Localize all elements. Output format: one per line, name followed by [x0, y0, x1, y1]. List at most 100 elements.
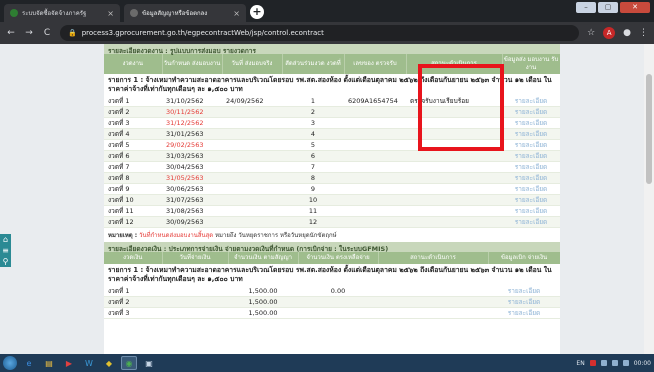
details-link[interactable]: รายละเอียด [502, 106, 560, 119]
details-link[interactable]: รายละเอียด [502, 172, 560, 185]
column-header: สัดส่วนร่วมงวด งวดที่ [282, 54, 345, 74]
details-link[interactable]: รายละเอียด [502, 128, 560, 141]
column-header: งวดงาน [104, 54, 163, 74]
start-button-icon[interactable] [3, 356, 17, 370]
language-indicator[interactable]: EN [576, 360, 584, 367]
sequence-cell: 12 [282, 216, 344, 229]
remaining-cell [298, 307, 378, 320]
details-link[interactable]: รายละเอียด [502, 150, 560, 163]
sequence-cell: 4 [282, 128, 344, 141]
details-link[interactable]: รายละเอียด [502, 194, 560, 207]
status-column-highlight-box [418, 64, 504, 151]
details-link[interactable]: รายละเอียด [502, 117, 560, 130]
footnote: หมายเหตุ : วันที่กำหนดส่งมอบงานสิ้นสุด ห… [104, 228, 560, 242]
page-background: ⌂ ≡ ⚲ รายละเอียดงวดงาน : รูปแบบการส่งมอบ… [0, 44, 654, 354]
new-tab-button[interactable]: + [250, 5, 264, 19]
details-link[interactable]: รายละเอียด [502, 139, 560, 152]
document-number-cell [344, 205, 406, 218]
scrollbar-thumb[interactable] [646, 74, 652, 184]
details-link[interactable]: รายละเอียด [488, 307, 560, 320]
period-cell: งวดที่ 8 [104, 172, 162, 185]
column-header: จำนวนเงิน ตามสัญญา [228, 252, 299, 265]
tray-alert-icon[interactable] [589, 360, 596, 366]
due-date-cell: 29/02/2563 [162, 139, 222, 152]
details-link[interactable]: รายละเอียด [488, 296, 560, 309]
item-description: รายการ 1 : จ้างเหมาทำความสะอาดอาคารและบร… [108, 266, 552, 284]
minimize-button[interactable]: – [576, 2, 596, 13]
period-cell: งวดที่ 12 [104, 216, 162, 229]
due-date-cell: 31/10/2562 [162, 96, 222, 108]
browser-tab-1[interactable]: ระบบจัดซื้อจัดจ้างภาครัฐ × [4, 4, 120, 22]
ie-icon[interactable]: e [21, 356, 37, 370]
due-date-cell: 31/05/2563 [162, 172, 222, 185]
section-title-work-periods: รายละเอียดงวดงาน : รูปแบบการส่งมอบ รายงว… [104, 44, 560, 55]
table-row: งวดที่ 9 30/06/2563 9 รายละเอียด [104, 183, 560, 196]
browser-tab-2[interactable]: ข้อมูลสัญญาหรือข้อตกลง × [124, 4, 246, 22]
profile-icon[interactable]: ● [623, 28, 631, 38]
lock-icon: 🔒 [68, 29, 77, 37]
sequence-cell: 10 [282, 194, 344, 207]
sequence-cell: 3 [282, 117, 344, 130]
volume-icon[interactable] [611, 360, 618, 366]
table-row: งวดที่ 1 1,500.00 0.00 รายละเอียด [104, 286, 560, 298]
reload-icon[interactable]: C [42, 28, 52, 38]
actual-date-cell [222, 161, 282, 174]
page-scrollbar[interactable] [644, 44, 654, 354]
actual-date-cell [222, 183, 282, 196]
table-row: งวดที่ 11 31/08/2563 11 รายละเอียด [104, 205, 560, 218]
side-floating-menu: ⌂ ≡ ⚲ [0, 234, 11, 267]
payment-date-cell [162, 286, 228, 298]
folder-icon[interactable]: ▤ [41, 356, 57, 370]
sequence-cell: 6 [282, 150, 344, 163]
column-header: เลขของ ตรวจรับ [344, 54, 407, 74]
document-number-cell: 6209A1654754 [344, 96, 406, 108]
column-header: ข้อมูลเบิก จ่ายเงิน [488, 252, 560, 265]
status-cell [406, 183, 502, 196]
url-text: process3.gprocurement.go.th/egpecontract… [81, 29, 324, 37]
details-link[interactable]: รายละเอียด [488, 286, 560, 298]
menu-icon[interactable]: ≡ [0, 245, 11, 256]
address-bar[interactable]: 🔒 process3.gprocurement.go.th/egpecontra… [60, 25, 580, 41]
word-icon[interactable]: W [81, 356, 97, 370]
back-icon[interactable]: ← [6, 28, 16, 38]
tab-close-icon[interactable]: × [233, 9, 240, 18]
actual-date-cell [222, 216, 282, 229]
period-cell: งวดที่ 4 [104, 128, 162, 141]
period-cell: งวดที่ 2 [104, 296, 162, 309]
search-icon[interactable]: ⚲ [0, 256, 11, 267]
menu-dots-icon[interactable]: ⋮ [639, 28, 648, 38]
maximize-button[interactable]: ▢ [598, 2, 618, 13]
period-cell: งวดที่ 1 [104, 96, 162, 108]
browser-toolbar: ← → C 🔒 process3.gprocurement.go.th/egpe… [0, 22, 654, 44]
document-number-cell [344, 117, 406, 130]
actual-date-cell: 24/09/2562 [222, 96, 282, 108]
image-viewer-icon[interactable]: ▣ [141, 356, 157, 370]
details-link[interactable]: รายละเอียด [502, 183, 560, 196]
network-icon[interactable] [600, 360, 607, 366]
tab-favicon-icon [10, 9, 18, 17]
details-link[interactable]: รายละเอียด [502, 216, 560, 229]
due-date-cell: 31/12/2562 [162, 117, 222, 130]
details-link[interactable]: รายละเอียด [502, 161, 560, 174]
sequence-cell: 11 [282, 205, 344, 218]
chrome-taskbar-icon[interactable]: ◉ [121, 356, 137, 370]
clock: 00:00 [633, 359, 651, 367]
forward-icon[interactable]: → [24, 28, 34, 38]
bookmark-star-icon[interactable]: ☆ [587, 28, 595, 38]
status-cell [406, 194, 502, 207]
home-icon[interactable]: ⌂ [0, 234, 11, 245]
flag-icon[interactable] [622, 360, 629, 366]
details-link[interactable]: รายละเอียด [502, 205, 560, 218]
tab-close-icon[interactable]: × [107, 9, 114, 18]
close-window-button[interactable]: ✕ [620, 2, 650, 13]
amount-cell: 1,500.00 [228, 307, 298, 320]
status-cell [406, 205, 502, 218]
status-cell [406, 150, 502, 163]
app-icon[interactable]: ◆ [101, 356, 117, 370]
extension-icon[interactable]: A [603, 27, 616, 39]
period-cell: งวดที่ 3 [104, 307, 162, 320]
tab-title: ข้อมูลสัญญาหรือข้อตกลง [142, 10, 208, 17]
remaining-cell [298, 296, 378, 309]
media-icon[interactable]: ▶ [61, 356, 77, 370]
details-link[interactable]: รายละเอียด [502, 96, 560, 108]
